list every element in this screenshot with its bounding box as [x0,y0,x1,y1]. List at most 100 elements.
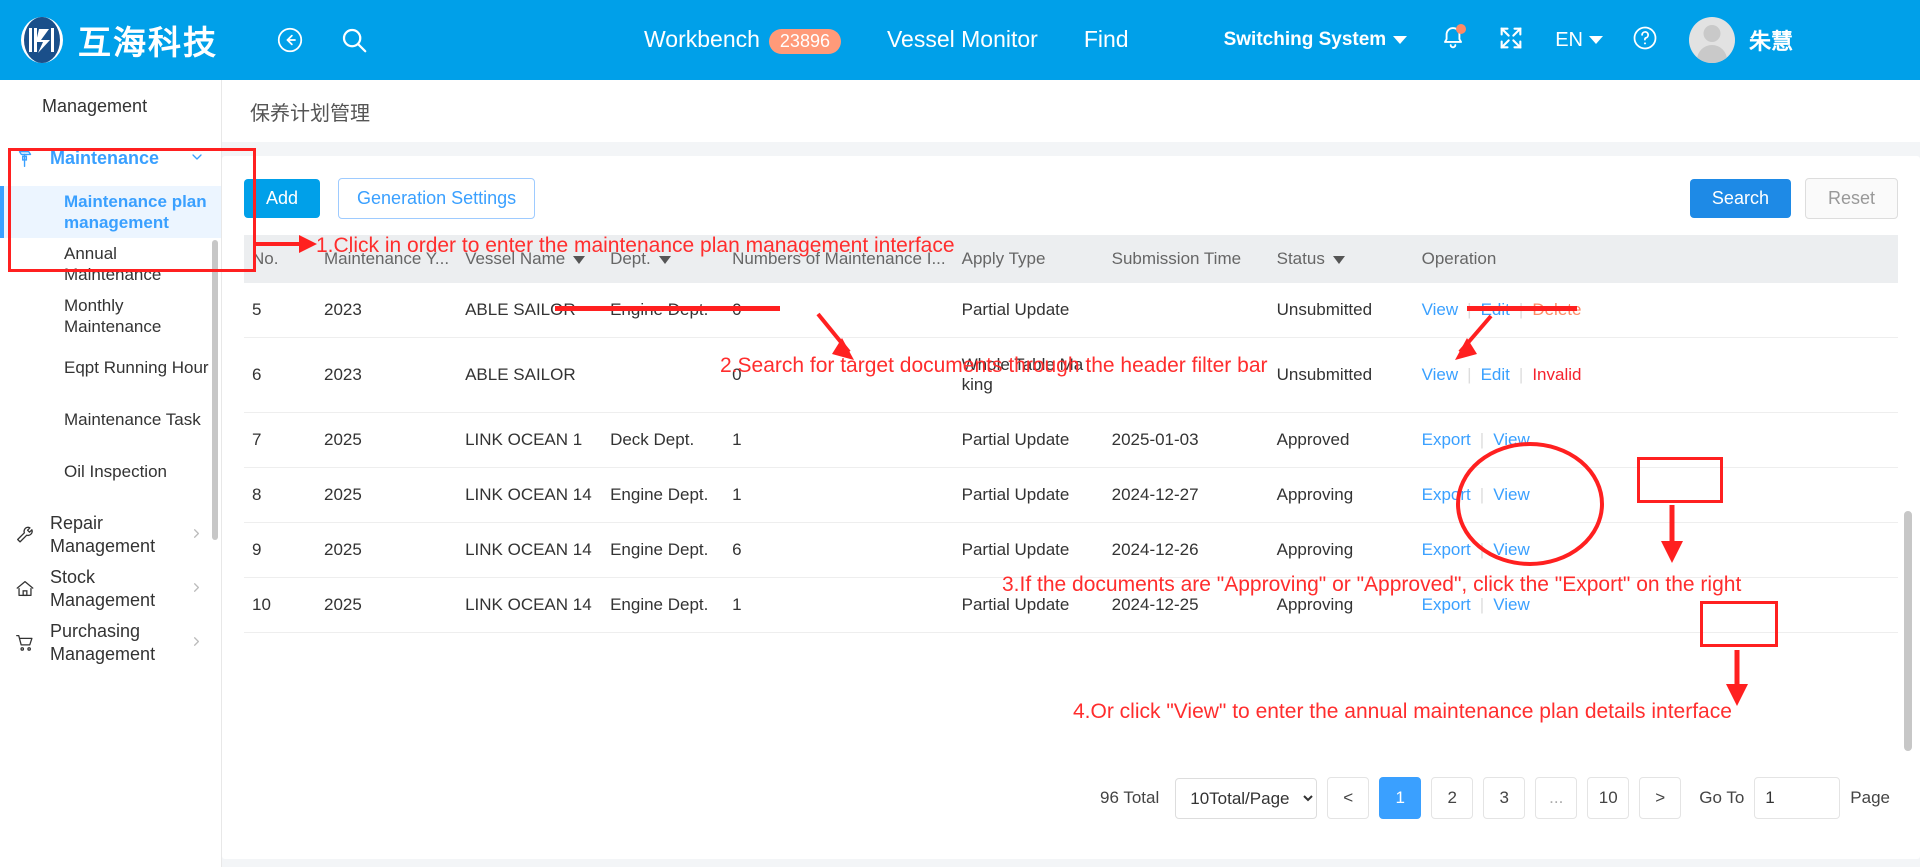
nav-workbench[interactable]: Workbench 23896 [644,26,841,54]
pagination-total: 96 Total [1100,788,1160,807]
col-vessel-name-label: Vessel Name [465,249,566,268]
operation-export-link[interactable]: Export [1422,540,1471,559]
operation-view-link[interactable]: View [1493,485,1530,504]
cell-numbers: 6 [724,522,954,578]
nav-vessel-monitor[interactable]: Vessel Monitor [887,26,1038,53]
cell-numbers: 1 [724,467,954,523]
col-no: No. [244,235,316,283]
pagination-ellipsis[interactable]: ... [1535,777,1578,819]
sidebar-item-eqpt-running-hour[interactable]: Eqpt Running Hour [0,342,221,394]
table-scrollbar[interactable] [1904,511,1912,751]
switching-system-dropdown[interactable]: Switching System [1224,29,1408,51]
fullscreen-expand-icon[interactable] [1497,24,1525,57]
generation-settings-button[interactable]: Generation Settings [338,178,536,219]
cell-maintenance-year: 2023 [316,283,458,338]
col-operation: Operation [1413,235,1898,283]
page-size-select[interactable]: 10Total/Page [1175,777,1318,819]
reset-button[interactable]: Reset [1804,178,1898,219]
cell-maintenance-year: 2025 [316,577,458,633]
filter-caret-icon[interactable] [573,255,586,264]
sidebar-scrollbar[interactable] [212,240,218,540]
search-icon[interactable] [334,20,374,60]
pagination-page-1[interactable]: 1 [1379,777,1422,819]
col-operation-label: Operation [1421,249,1497,268]
avatar[interactable] [1689,17,1735,63]
chevron-down-icon [1393,36,1408,44]
sidebar-item-maintenance[interactable]: Maintenance [0,132,221,186]
col-status-label: Status [1276,249,1325,268]
operation-view-link[interactable]: View [1422,300,1459,319]
sidebar-item-maintenance-plan-management[interactable]: Maintenance plan management [0,186,221,238]
help-circle-icon[interactable] [1631,24,1659,57]
operation-export-link[interactable]: Export [1422,430,1471,449]
col-maintenance-year-label: Maintenance Y... [324,249,450,268]
cell-vessel-name: LINK OCEAN 1 [457,412,603,468]
cell-no: 7 [244,412,316,468]
cell-status: Unsubmitted [1268,283,1414,338]
search-button[interactable]: Search [1689,179,1791,218]
sidebar-item-stock-management-label: Stock Management [50,566,156,610]
operation-view-link[interactable]: View [1493,540,1530,559]
sidebar-item-oil-inspection[interactable]: Oil Inspection [0,446,221,498]
operation-export-link[interactable]: Export [1422,485,1471,504]
filter-caret-icon[interactable] [1332,255,1345,264]
cell-operation: Export | View [1413,577,1898,633]
col-submission-time-label: Submission Time [1111,249,1242,268]
cell-operation: Export | View [1413,412,1898,468]
sidebar-subitem-label: Oil Inspection [64,462,167,482]
cell-submission-time: 2024-12-26 [1103,522,1269,578]
content-card: Add Generation Settings Search Reset No.… [222,156,1920,859]
col-apply-type: Apply Type [953,235,1104,283]
operation-separator: | [1518,365,1524,384]
sidebar-item-repair-management[interactable]: Repair Management [0,508,221,562]
operation-export-link[interactable]: Export [1422,595,1471,614]
table-row: 10 2025 LINK OCEAN 14 Engine Dept. 1 Partial … [244,577,1898,633]
wrench-icon [14,524,44,546]
operation-view-link[interactable]: View [1493,430,1530,449]
cell-operation: View | Edit | Delete [1413,283,1898,338]
sidebar-item-maintenance-label: Maintenance [50,148,160,169]
operation-view-link[interactable]: View [1422,365,1459,384]
notification-bell-icon[interactable] [1439,23,1467,57]
sidebar-item-stock-management[interactable]: Stock Management [0,562,221,616]
cell-dept: Engine Dept. [602,577,725,633]
pagination-next[interactable]: > [1639,777,1682,819]
username-label: 朱慧 [1749,29,1794,54]
operation-edit-link[interactable]: Edit [1481,300,1510,319]
operation-edit-link[interactable]: Edit [1481,365,1510,384]
cart-icon [14,632,44,654]
col-status[interactable]: Status [1268,235,1414,283]
table-row: 5 2023 ABLE SAILOR Engine Dept. 0 Partial Upd… [244,283,1898,338]
pagination-goto-input[interactable] [1754,777,1841,819]
operation-separator: | [1479,540,1485,559]
nav-find[interactable]: Find [1084,26,1129,53]
sidebar-subitem-label: Eqpt Running Hour [64,358,209,378]
col-dept-label: Dept. [610,249,651,268]
pagination-page-10[interactable]: 10 [1587,777,1630,819]
pagination-prev[interactable]: < [1327,777,1370,819]
pagination-page-2[interactable]: 2 [1431,777,1474,819]
operation-separator: | [1518,300,1524,319]
col-dept[interactable]: Dept. [602,235,725,283]
col-numbers-of-maintenance-items: Numbers of Maintenance I... [724,235,954,283]
language-selector[interactable]: EN [1555,29,1603,52]
col-vessel-name[interactable]: Vessel Name [457,235,603,283]
add-button[interactable]: Add [244,179,321,218]
operation-invalid-link[interactable]: Invalid [1532,365,1581,384]
sidebar: Management Maintenance Maintenance plan … [0,80,222,867]
operation-view-link[interactable]: View [1493,595,1530,614]
sidebar-item-annual-maintenance[interactable]: Annual Maintenance [0,238,221,290]
back-arrow-icon[interactable] [270,20,310,60]
cell-submission-time: 2024-12-25 [1103,577,1269,633]
cell-dept: Engine Dept. [602,467,725,523]
filter-caret-icon[interactable] [658,255,671,264]
operation-delete-link[interactable]: Delete [1532,300,1581,319]
sidebar-item-maintenance-task[interactable]: Maintenance Task [0,394,221,446]
cell-vessel-name: LINK OCEAN 14 [457,467,603,523]
sidebar-item-purchasing-management[interactable]: Purchasing Management [0,616,221,670]
cell-no: 5 [244,283,316,338]
cell-status: Approving [1268,577,1414,633]
sidebar-item-monthly-maintenance[interactable]: Monthly Maintenance [0,290,221,342]
cell-operation: View | Edit | Invalid [1413,337,1898,413]
pagination-page-3[interactable]: 3 [1483,777,1526,819]
